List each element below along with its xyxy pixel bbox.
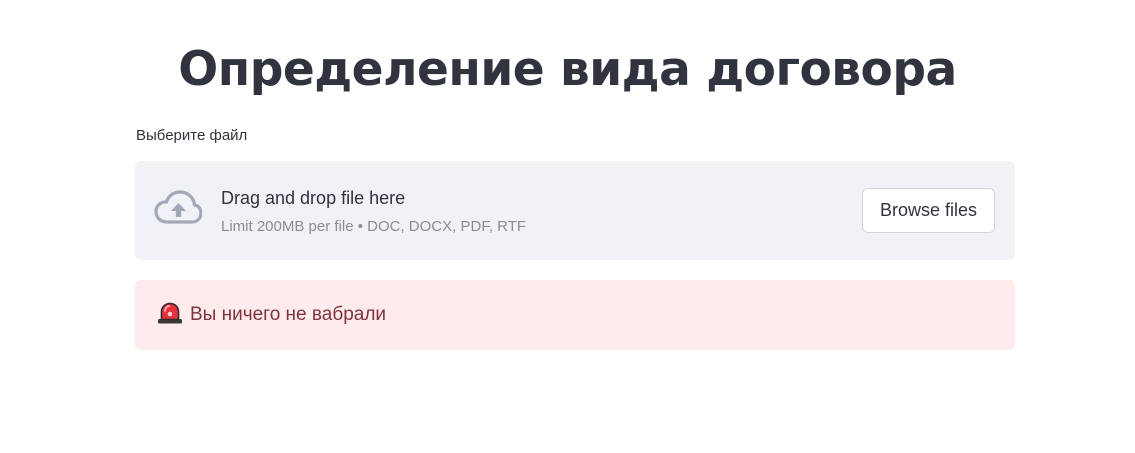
error-message: Вы ничего не вабрали [190,304,387,325]
dropzone-instructions: Drag and drop file here Limit 200MB per … [221,186,526,237]
browse-files-button[interactable]: Browse files [862,188,995,233]
dropzone-limit-text: Limit 200MB per file • DOC, DOCX, PDF, R… [221,218,527,235]
error-alert: Вы ничего не вабрали [135,280,1015,350]
cloud-upload-icon [154,189,203,229]
file-uploader-label: Выберите файл [136,127,248,144]
dropzone-text: Drag and drop file here [221,188,406,208]
file-dropzone[interactable]: Drag and drop file here Limit 200MB per … [135,161,1015,260]
rotating-light-icon [157,302,183,324]
page-title: Определение вида договора [178,42,957,97]
app-page: Определение вида договора Выберите файл … [0,0,1135,453]
